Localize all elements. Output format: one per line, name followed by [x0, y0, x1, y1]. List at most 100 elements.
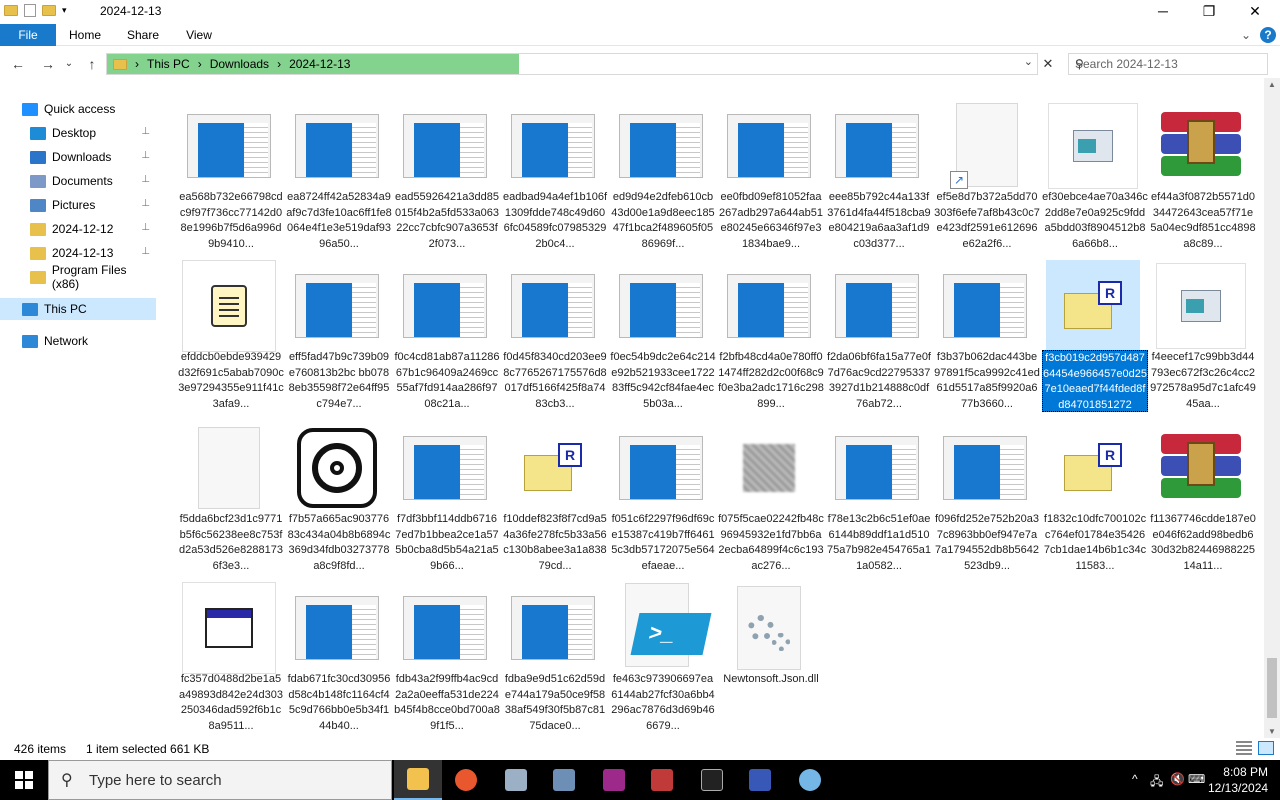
file-item[interactable]: f4eecef17c99bb3d44793ec672f3c26c4cc29725…	[1150, 254, 1256, 414]
file-item[interactable]: f11367746cdde187e0e046f62add98bedb630d32…	[1150, 416, 1256, 576]
address-dropdown-icon[interactable]: ⌄	[1024, 55, 1033, 68]
file-item[interactable]: ea8724ff42a52834a9af9c7d3fe10ac6ff1fe806…	[286, 94, 392, 254]
file-item[interactable]: fdba9e9d51c62d59de744a179a50ce9f5838af54…	[502, 576, 605, 736]
tab-file[interactable]: File	[0, 24, 56, 46]
file-item[interactable]: ea568b732e66798cdc9f97f736cc77142d08e199…	[178, 94, 283, 254]
sidebar-item-2024-12-13[interactable]: 2024-12-13 ⊥	[0, 242, 156, 264]
customize-toolbar-icon[interactable]: ▾	[62, 5, 67, 16]
clear-address-button[interactable]: ✕	[1039, 54, 1057, 74]
help-icon[interactable]: ?	[1260, 27, 1276, 43]
globe-icon[interactable]	[786, 760, 834, 800]
keyboard-icon[interactable]: ⌨	[1188, 772, 1205, 786]
app-icon[interactable]	[492, 760, 540, 800]
scroll-down-icon[interactable]: ▼	[1268, 727, 1276, 736]
expand-ribbon-icon[interactable]: ⌄	[1238, 24, 1254, 46]
file-item[interactable]: f0d45f8340cd203ee98c7765267175576d8017df…	[502, 254, 607, 414]
file-item[interactable]: ead55926421a3dd85015f4b2a5fd533a06322cc7…	[394, 94, 499, 254]
tab-home[interactable]: Home	[62, 24, 108, 46]
breadcrumb-downloads[interactable]: Downloads	[210, 54, 269, 74]
taskbar-search[interactable]: ⚲ Type here to search	[48, 760, 392, 800]
tray-overflow-icon[interactable]: ^	[1132, 772, 1138, 786]
tab-share[interactable]: Share	[120, 24, 166, 46]
forward-button[interactable]: →	[38, 54, 58, 74]
file-item[interactable]: >_ fe463c973906697ea6144ab27fcf30a6bb4296…	[610, 576, 715, 736]
file-name: ea568b732e66798cdc9f97f736cc77142d08e199…	[179, 191, 283, 250]
sidebar-item-documents[interactable]: Documents ⊥	[0, 170, 156, 192]
file-thumbnail	[398, 582, 492, 674]
up-button[interactable]: ↑	[82, 54, 102, 74]
file-item[interactable]: fdb43a2f99ffb4ac9cd2a2a0eeffa531de224b45…	[394, 576, 500, 736]
sidebar-item-network[interactable]: Network	[0, 330, 156, 352]
file-item[interactable]: f075f5cae02242fb48c96945932e1fd7bb6a2ecb…	[718, 416, 824, 576]
sidebar-item-quick-access[interactable]: Quick access	[0, 98, 156, 120]
clock[interactable]: 8:08 PM 12/13/2024	[1208, 764, 1268, 796]
file-item[interactable]: eff5fad47b9c739b09e760813b2bc bb0788eb35…	[286, 254, 389, 414]
network-icon[interactable]: 🖧	[1150, 772, 1163, 793]
file-item[interactable]: f5dda6bcf23d1c9771b5f6c56238ee8c753fd2a5…	[178, 416, 283, 576]
file-item[interactable]: ef44a3f0872b5571d034472643cea57f71e5a04e…	[1150, 94, 1256, 254]
scroll-up-icon[interactable]: ▲	[1268, 80, 1276, 89]
file-item[interactable]: fdab671fc30cd30956d58c4b148fc1164cf45c9d…	[286, 576, 390, 736]
close-button[interactable]: ✕	[1232, 0, 1278, 24]
minimize-button[interactable]: ─	[1140, 0, 1186, 24]
start-button[interactable]	[0, 760, 48, 800]
file-item[interactable]: ↗ ef5e8d7b372a5dd70303f6efe7af8b43c0c7e42…	[934, 94, 1040, 254]
file-item[interactable]: f0c4cd81ab87a1128667b1c96409a2469cc55af7…	[394, 254, 500, 414]
selection-info: 1 item selected 661 KB	[86, 742, 210, 756]
file-item[interactable]: ed9d94e2dfeb610cb43d00e1a9d8eec18547f1bc…	[610, 94, 715, 254]
maximize-button[interactable]: ❐	[1186, 0, 1232, 24]
sidebar-item-program-files-x86-[interactable]: Program Files (x86)	[0, 263, 156, 291]
winrar-icon[interactable]	[590, 760, 638, 800]
recent-locations-button[interactable]: ⌄	[62, 54, 76, 74]
file-item[interactable]: f2da06bf6fa15a77e0f7d76ac9cd227953373927…	[826, 254, 931, 414]
clock-date: 12/13/2024	[1208, 781, 1269, 795]
firefox-icon[interactable]	[442, 760, 490, 800]
details-view-icon[interactable]	[1236, 741, 1252, 755]
winrar-multi-icon[interactable]	[736, 760, 784, 800]
vertical-scrollbar[interactable]: ▲ ▼	[1264, 78, 1280, 738]
search-box[interactable]: Search 2024-12-13 ⚲	[1068, 53, 1268, 75]
file-item[interactable]: f78e13c2b6c51ef0ae6144b89ddf1a1d51075a7b…	[826, 416, 931, 576]
file-item[interactable]: ef30ebce4ae70a346c2dd8e7e0a925c9fdda5bdd…	[1042, 94, 1148, 254]
file-item[interactable]: ee0fbd09ef81052faa267adb297a644ab51e8024…	[718, 94, 823, 254]
file-item[interactable]: Rf3cb019c2d957d48764454e966457e0d257e10e…	[1042, 254, 1148, 414]
terminal-icon[interactable]	[688, 760, 736, 800]
file-item[interactable]: eee85b792c44a133f3761d4fa44f518cba9e8042…	[826, 94, 931, 254]
back-button[interactable]: ←	[8, 54, 28, 74]
file-item[interactable]: f096fd252e752b20a37c8963bb0ef947e7a7a179…	[934, 416, 1039, 576]
sidebar-item-2024-12-12[interactable]: 2024-12-12 ⊥	[0, 218, 156, 240]
file-item[interactable]: Rf10ddef823f8f7cd9a54a36fe278fc5b33a56c1…	[502, 416, 607, 576]
file-item[interactable]: f0ec54b9dc2e64c214e92b521933cee172283ff5…	[610, 254, 716, 414]
file-item[interactable]: Newtonsoft.Json.dll	[718, 576, 819, 736]
properties-icon[interactable]	[24, 4, 36, 17]
sidebar-item-desktop[interactable]: Desktop ⊥	[0, 122, 156, 144]
file-thumbnail	[1046, 100, 1140, 192]
network-app-icon[interactable]	[540, 760, 588, 800]
image-thumbnail	[403, 596, 487, 660]
file-item[interactable]: f2bfb48cd4a0e780ff01474ff282d2c00f68c9f0…	[718, 254, 824, 414]
sidebar-item-this-pc[interactable]: This PC	[0, 298, 156, 320]
large-icons-view-icon[interactable]	[1258, 741, 1274, 755]
breadcrumb-this-pc[interactable]: This PC	[147, 54, 190, 74]
file-item[interactable]: eadbad94a4ef1b106f1309fdde748c49d606fc04…	[502, 94, 607, 254]
sidebar-item-label: Downloads	[52, 150, 112, 164]
file-item[interactable]: f051c6f2297f96df69ce15387c419b7ff64615c3…	[610, 416, 715, 576]
file-item[interactable]: f7b57a665ac90377683c434a04b8b6894c369d34…	[286, 416, 390, 576]
file-item[interactable]: f3b37b062dac443be97891f5ca9992c41ed61d55…	[934, 254, 1040, 414]
search-icon[interactable]: ⚲	[1075, 57, 1261, 71]
sidebar-item-downloads[interactable]: Downloads ⊥	[0, 146, 156, 168]
file-item[interactable]: f7df3bbf114ddb67167ed7b1bbea2ce1a575b0cb…	[394, 416, 499, 576]
address-bar[interactable]: › This PC › Downloads › 2024-12-13 ⌄ ✕	[106, 53, 1053, 75]
sidebar-item-label: Pictures	[52, 198, 96, 212]
file-item[interactable]: Rf1832c10dfc700102cc764ef01784e354267cb1…	[1042, 416, 1146, 576]
sidebar-item-pictures[interactable]: Pictures ⊥	[0, 194, 156, 216]
volume-muted-icon[interactable]: 🔇	[1170, 772, 1185, 786]
breadcrumb-current[interactable]: 2024-12-13	[289, 54, 350, 74]
spark-icon[interactable]	[638, 760, 686, 800]
file-item[interactable]: fc357d0488d2be1a5a49893d842e24d303250346…	[178, 576, 283, 736]
file-explorer-icon[interactable]	[394, 760, 442, 800]
file-item[interactable]: efddcb0ebde939429d32f691c5abab7090c3e972…	[178, 254, 284, 414]
scrollbar-thumb[interactable]	[1267, 658, 1277, 718]
new-folder-icon[interactable]	[42, 5, 56, 16]
tab-view[interactable]: View	[176, 24, 222, 46]
